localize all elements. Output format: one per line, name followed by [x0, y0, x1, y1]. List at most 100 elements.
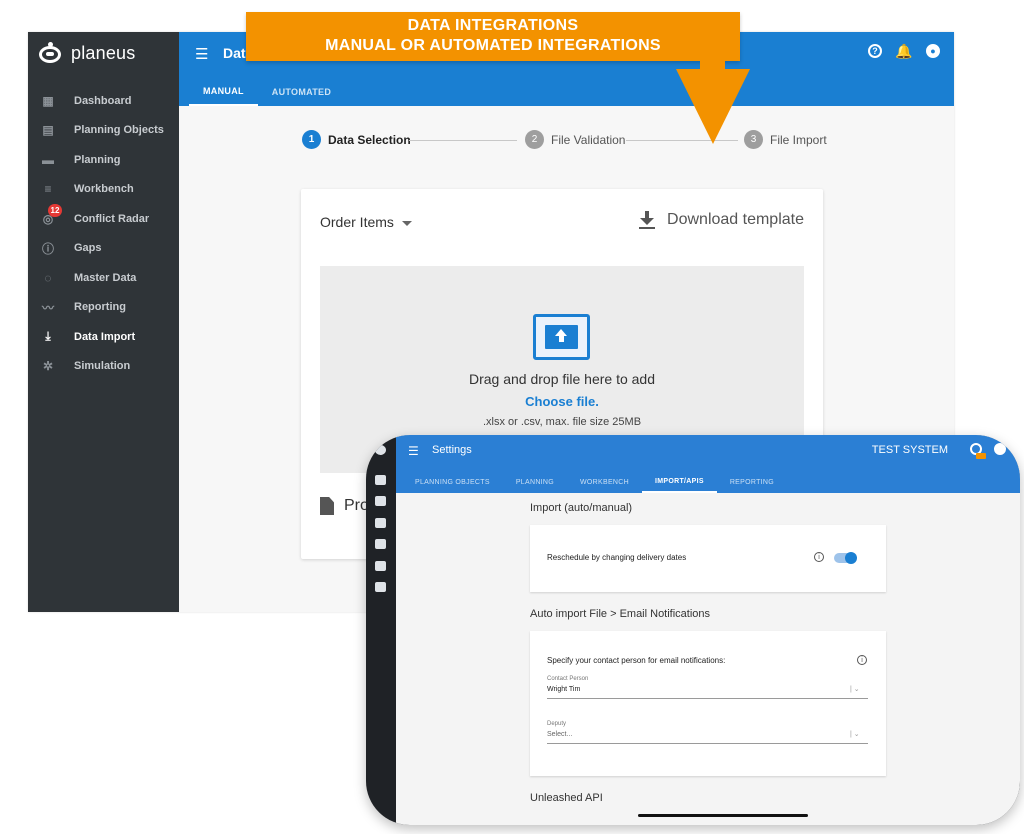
tab-reporting[interactable]: REPORTING [717, 471, 787, 493]
book-icon[interactable] [375, 496, 386, 506]
chevron-down-icon[interactable]: | ⌄ [850, 685, 860, 693]
account-icon[interactable]: ● [926, 44, 940, 58]
tab-manual[interactable]: MANUAL [189, 77, 258, 106]
section-heading-api: Unleashed API [530, 792, 603, 804]
step-file-import: 3 File Import [744, 130, 827, 149]
file-icon [320, 497, 334, 515]
workbench-icon: ≡ [44, 182, 52, 197]
logo-icon [375, 445, 386, 455]
data-type-select[interactable]: Order Items [320, 214, 412, 230]
sidebar-item-label: Reporting [74, 301, 126, 314]
sidebar-item-label: Master Data [74, 271, 137, 284]
data-type-value: Order Items [320, 214, 394, 230]
tab-planning[interactable]: PLANNING [503, 471, 567, 493]
tab-workbench[interactable]: WORKBENCH [567, 471, 642, 493]
tablet-screen: ☰ Settings TEST SYSTEM PLANNING OBJECTS … [396, 435, 1020, 825]
simulation-icon: ✲ [42, 359, 54, 374]
sidebar-item-label: Simulation [74, 360, 131, 373]
sidebar-item-simulation[interactable]: ✲ Simulation [28, 352, 179, 382]
section-heading-notifications: Auto import File > Email Notifications [530, 608, 711, 620]
step-connector [409, 140, 517, 141]
deputy-field[interactable]: Select... [547, 731, 572, 738]
system-name: TEST SYSTEM [871, 444, 948, 456]
chevron-down-icon[interactable]: | ⌄ [850, 730, 860, 738]
chevron-down-icon [401, 220, 412, 226]
contact-person-field[interactable]: Wright Tim [547, 686, 580, 693]
tablet-sidebar [366, 435, 396, 825]
monitor-icon[interactable] [375, 539, 386, 549]
sidebar-item-dashboard[interactable]: ▦ Dashboard [28, 86, 179, 116]
callout-line-1: DATA INTEGRATIONS [407, 17, 579, 34]
profile-icon[interactable] [375, 475, 386, 485]
planeus-logo-icon [38, 42, 62, 64]
download-icon [639, 211, 656, 229]
tab-import-apis[interactable]: IMPORT/APIS [642, 471, 717, 493]
sidebar-item-label: Planning [74, 153, 121, 166]
import-icon: ⤓ [45, 329, 51, 344]
file-format-hint: .xlsx or .csv, max. file size 25MB [482, 416, 642, 428]
sidebar-item-label: Workbench [74, 183, 134, 196]
planning-objects-icon: ▤ [42, 123, 54, 138]
sidebar-item-planning-objects[interactable]: ▤ Planning Objects [28, 116, 179, 146]
step-file-validation: 2 File Validation [525, 130, 625, 149]
sidebar: planeus ▦ Dashboard ▤ Planning Objects ▬… [28, 32, 179, 612]
conflict-count-badge: 12 [48, 203, 62, 217]
reschedule-toggle[interactable] [834, 552, 857, 564]
tab-automated[interactable]: AUTOMATED [258, 77, 345, 106]
reschedule-card: Reschedule by changing delivery dates i [530, 525, 886, 592]
sidebar-item-workbench[interactable]: ≡ Workbench [28, 175, 179, 205]
sidebar-item-data-import[interactable]: ⤓ Data Import [28, 322, 179, 352]
callout-line-2: MANUAL OR AUTOMATED INTEGRATIONS [325, 37, 661, 54]
deputy-label: Deputy [547, 721, 567, 727]
dropzone-instruction: Drag and drop file here to add [468, 371, 655, 387]
cloud-icon[interactable] [375, 561, 386, 571]
help-icon[interactable] [970, 443, 986, 459]
help-icon[interactable]: ? [868, 44, 882, 58]
tab-bar: MANUAL AUTOMATED [189, 77, 345, 106]
step-label: Data Selection [328, 132, 411, 147]
step-number: 2 [525, 130, 544, 149]
sidebar-item-planning[interactable]: ▬ Planning [28, 145, 179, 175]
step-label: File Import [770, 132, 827, 147]
settings-title: Settings [432, 444, 472, 456]
reschedule-label: Reschedule by changing delivery dates [547, 553, 687, 562]
callout-arrow-icon [676, 69, 750, 144]
master-data-icon: ◌ [44, 270, 52, 285]
contact-person-label: Contact Person [547, 676, 589, 682]
step-label: File Validation [551, 132, 626, 147]
reporting-icon: 〰 [41, 300, 54, 315]
tab-planning-objects[interactable]: PLANNING OBJECTS [402, 471, 503, 493]
sidebar-item-label: Dashboard [74, 94, 132, 107]
sidebar-item-gaps[interactable]: ⓘ Gaps [28, 234, 179, 264]
radar-icon: ◎ 12 [40, 203, 62, 226]
callout-banner: DATA INTEGRATIONS MANUAL OR AUTOMATED IN… [246, 12, 740, 61]
notification-bell-icon[interactable]: 🔔 [895, 43, 912, 59]
upload-icon [533, 314, 590, 360]
sidebar-nav: ▦ Dashboard ▤ Planning Objects ▬ Plannin… [28, 86, 179, 381]
contact-prompt: Specify your contact person for email no… [547, 656, 726, 665]
download-template-button[interactable]: Download template [639, 211, 804, 229]
tablet-top-actions [970, 443, 1006, 459]
sidebar-item-master-data[interactable]: ◌ Master Data [28, 263, 179, 293]
info-icon[interactable]: i [814, 552, 824, 562]
sidebar-item-reporting[interactable]: 〰 Reporting [28, 293, 179, 323]
step-number: 1 [302, 130, 321, 149]
devices-icon[interactable] [375, 518, 386, 528]
hamburger-menu-icon[interactable]: ☰ [195, 45, 208, 63]
info-icon[interactable]: i [857, 655, 867, 665]
alert-icon: ⓘ [41, 241, 54, 256]
sidebar-item-label: Gaps [74, 242, 102, 255]
hamburger-menu-icon[interactable]: ☰ [408, 444, 419, 458]
account-icon[interactable] [994, 443, 1006, 455]
home-indicator [638, 814, 808, 817]
planning-icon: ▬ [42, 152, 54, 167]
tablet-device: ☰ Settings TEST SYSTEM PLANNING OBJECTS … [366, 435, 1020, 825]
settings-tab-bar: PLANNING OBJECTS PLANNING WORKBENCH IMPO… [402, 471, 787, 493]
field-underline [547, 698, 868, 699]
settings-icon[interactable] [375, 582, 386, 592]
stage: planeus ▦ Dashboard ▤ Planning Objects ▬… [0, 0, 1024, 834]
choose-file-link[interactable]: Choose file. [320, 394, 804, 409]
logo[interactable]: planeus [38, 42, 135, 64]
field-underline [547, 743, 868, 744]
sidebar-item-conflict-radar[interactable]: ◎ 12 Conflict Radar [28, 203, 179, 234]
